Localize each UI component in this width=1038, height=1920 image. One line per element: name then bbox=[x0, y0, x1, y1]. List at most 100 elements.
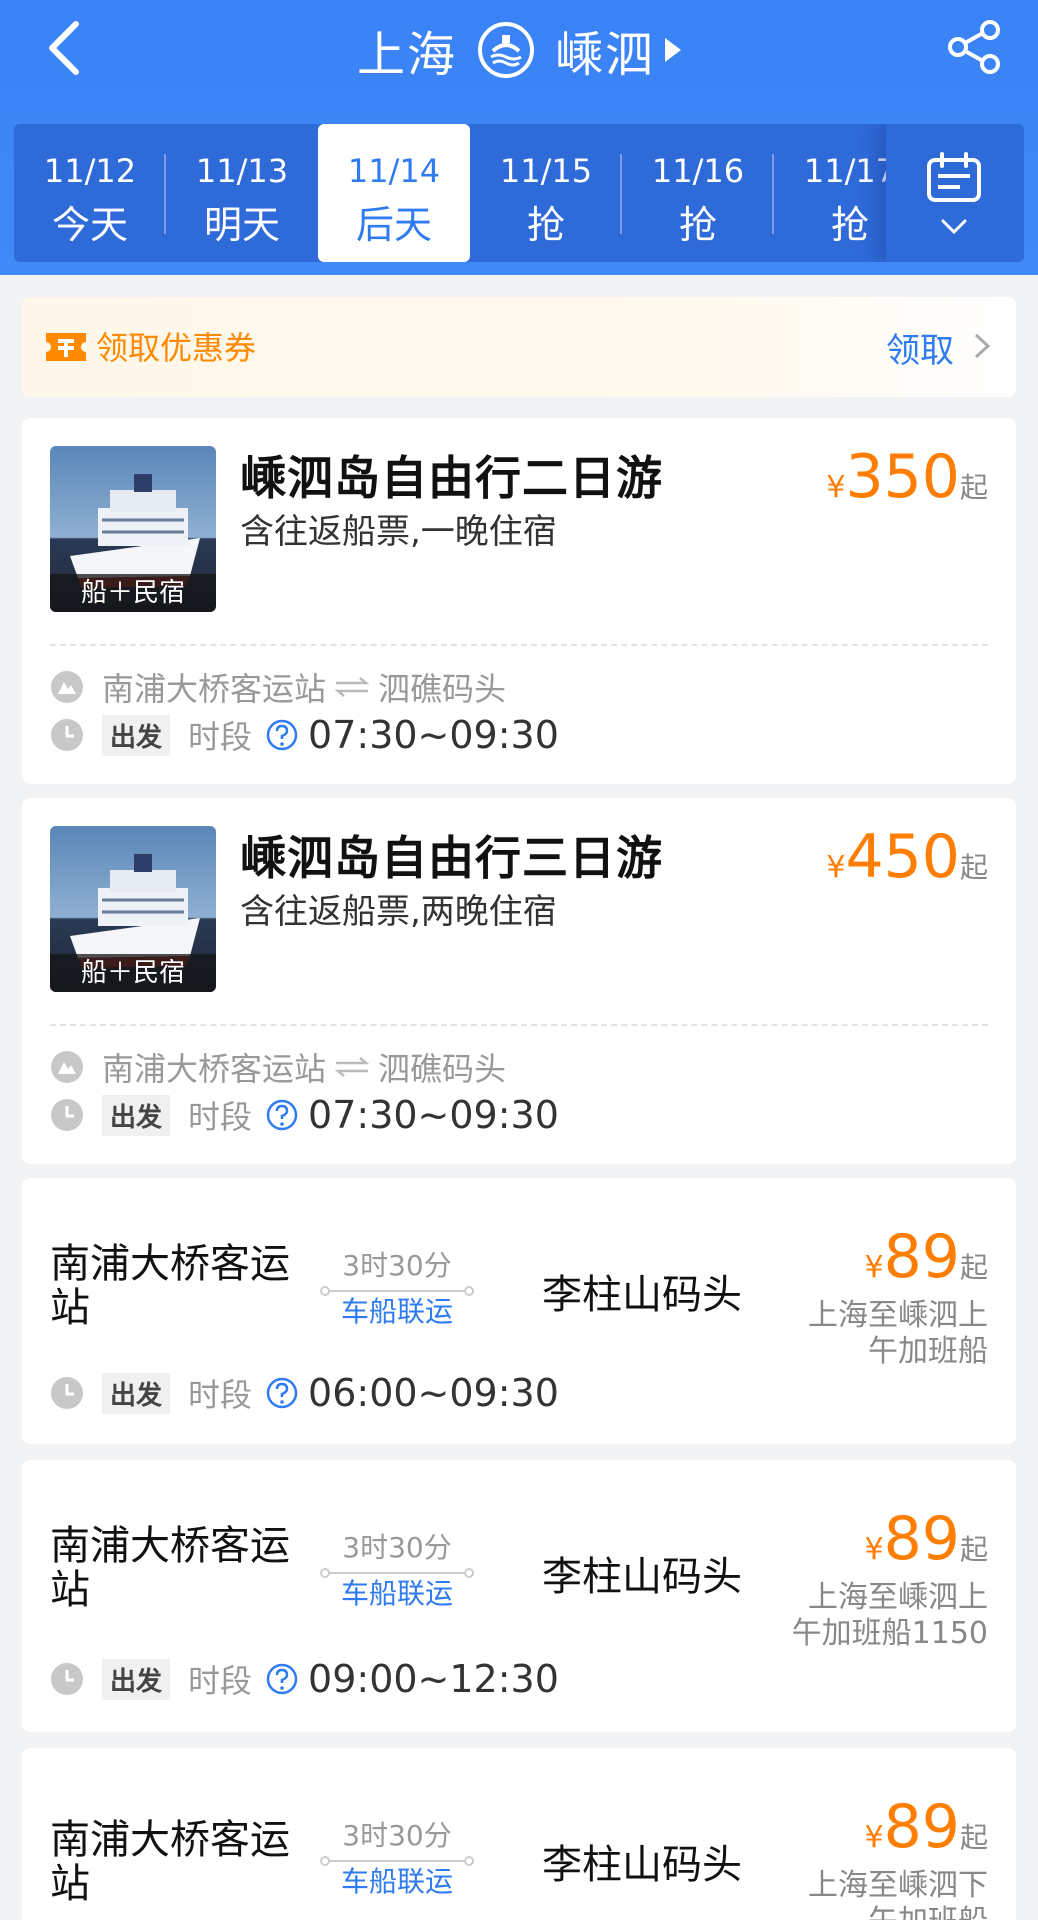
depart-time: 07:30~09:30 bbox=[308, 1093, 559, 1137]
ferry-note-line2: 午加班船 bbox=[868, 1334, 988, 1369]
help-icon[interactable] bbox=[266, 719, 298, 751]
from-station-line1: 南浦大桥客运 bbox=[50, 1241, 290, 1287]
date-tab-label: 抢 bbox=[526, 203, 565, 247]
ferry-note-line1: 上海至嵊泗下 bbox=[808, 1868, 988, 1903]
price-value: 89 bbox=[883, 1792, 960, 1862]
price-value: 450 bbox=[845, 822, 960, 892]
route-line: 南浦大桥客运站 泗礁码头 bbox=[50, 664, 506, 710]
ferry-note-line1: 上海至嵊泗上 bbox=[808, 1298, 988, 1333]
date-tab-3[interactable]: 11/15 抢 bbox=[470, 124, 622, 262]
from-station-line2: 站 bbox=[50, 1861, 90, 1907]
ship-image: 船＋民宿 bbox=[50, 446, 216, 612]
depart-line: 出发 时段 07:30~09:30 bbox=[50, 712, 559, 758]
route-title[interactable]: 上海 嵊泗 bbox=[0, 14, 1038, 86]
date-tab-2-selected[interactable]: 11/14 后天 bbox=[318, 124, 470, 262]
price-suffix: 起 bbox=[959, 851, 988, 884]
period-label: 时段 bbox=[188, 1662, 253, 1700]
date-tab-label: 明天 bbox=[203, 203, 280, 247]
coupon-banner[interactable]: 领取优惠券 领取 bbox=[22, 297, 1016, 397]
ferry-card-2[interactable]: 南浦大桥客运 站 3时30分 车船联运 李柱山码头 ¥89起 上海至嵊泗上 午加… bbox=[22, 1460, 1016, 1732]
depart-line: 出发 时段 07:30~09:30 bbox=[50, 1092, 559, 1138]
date-tab-label: 抢 bbox=[678, 203, 717, 247]
package-title: 嵊泗岛自由行二日游 bbox=[240, 451, 663, 505]
transport-mode: 车船联运 bbox=[340, 1577, 453, 1610]
depart-badge: 出发 bbox=[102, 1094, 171, 1136]
date-tab-0[interactable]: 11/12 今天 bbox=[14, 124, 166, 262]
depart-line: 出发 时段 09:00~12:30 bbox=[50, 1656, 559, 1702]
package-tag: 船＋民宿 bbox=[50, 574, 216, 612]
calendar-button[interactable] bbox=[886, 124, 1024, 262]
ferry-note-line2: 午加班船1150 bbox=[791, 1616, 988, 1651]
divider bbox=[50, 644, 988, 646]
price-suffix: 起 bbox=[959, 1533, 988, 1566]
chevron-right-icon bbox=[974, 333, 991, 359]
date-tab-4[interactable]: 11/16 抢 bbox=[622, 124, 774, 262]
date-selector: 11/12 今天 11/13 明天 11/14 后天 11/15 抢 11/16… bbox=[14, 124, 1024, 262]
ferry-note-line2: 午加班船 bbox=[768, 1904, 988, 1920]
coupon-claim-link[interactable]: 领取 bbox=[886, 323, 954, 372]
date-tab-date: 11/13 bbox=[195, 152, 289, 190]
date-tab-label: 今天 bbox=[51, 203, 128, 247]
share-icon[interactable] bbox=[946, 18, 1004, 76]
from-station-line1: 南浦大桥客运 bbox=[50, 1523, 290, 1569]
ferry-logo-icon bbox=[478, 22, 534, 78]
to-station: 泗礁码头 bbox=[378, 1050, 507, 1088]
price-value: 89 bbox=[883, 1222, 960, 1292]
depart-badge: 出发 bbox=[102, 714, 171, 756]
trip-duration: 3时30分 bbox=[342, 1249, 452, 1282]
depart-time: 09:00~12:30 bbox=[308, 1657, 559, 1701]
coupon-text: 领取优惠券 bbox=[96, 329, 257, 367]
help-icon[interactable] bbox=[266, 1099, 298, 1131]
ferry-card-3[interactable]: 南浦大桥客运 站 3时30分 车船联运 李柱山码头 ¥89起 上海至嵊泗下 午加… bbox=[22, 1748, 1016, 1920]
help-icon[interactable] bbox=[266, 1377, 298, 1409]
from-station-line2: 站 bbox=[50, 1285, 90, 1331]
date-tab-1[interactable]: 11/13 明天 bbox=[166, 124, 318, 262]
route-line: 南浦大桥客运站 泗礁码头 bbox=[50, 1044, 506, 1090]
package-title: 嵊泗岛自由行三日游 bbox=[240, 831, 663, 885]
ferry-card-1[interactable]: 南浦大桥客运 站 3时30分 车船联运 李柱山码头 ¥89起 上海至嵊泗上 午加… bbox=[22, 1178, 1016, 1444]
to-station: 李柱山码头 bbox=[542, 1272, 742, 1318]
ferry-price: ¥89起 bbox=[865, 1792, 988, 1862]
clock-icon bbox=[51, 1663, 83, 1695]
period-label: 时段 bbox=[188, 718, 253, 756]
ferry-note: 上海至嵊泗上 午加班船 bbox=[768, 1298, 988, 1370]
from-station: 南浦大桥客运站 bbox=[102, 1050, 327, 1088]
from-station: 南浦大桥客运 站 bbox=[50, 1242, 320, 1330]
price-suffix: 起 bbox=[959, 1821, 988, 1854]
location-icon bbox=[51, 671, 83, 703]
from-city: 上海 bbox=[356, 27, 457, 83]
header: 上海 嵊泗 11/12 今天 11/13 明天 11/14 后天 11/15 抢… bbox=[0, 0, 1038, 275]
transport-mode: 车船联运 bbox=[340, 1865, 453, 1898]
price-value: 350 bbox=[845, 442, 960, 512]
ferry-note: 上海至嵊泗下 午加班船 bbox=[768, 1868, 988, 1920]
ferry-price: ¥89起 bbox=[865, 1222, 988, 1292]
depart-badge: 出发 bbox=[102, 1658, 171, 1700]
help-icon[interactable] bbox=[266, 1663, 298, 1695]
date-tab-date: 11/16 bbox=[651, 152, 745, 190]
price-value: 89 bbox=[883, 1504, 960, 1574]
divider bbox=[50, 1024, 988, 1026]
package-price: ¥350起 bbox=[826, 442, 988, 512]
dropdown-triangle-icon bbox=[665, 38, 682, 62]
from-station: 南浦大桥客运 站 bbox=[50, 1524, 320, 1612]
from-station: 南浦大桥客运 站 bbox=[50, 1818, 320, 1906]
ticket-icon bbox=[46, 333, 86, 361]
package-card-1[interactable]: 船＋民宿 嵊泗岛自由行二日游 含往返船票,一晚住宿 ¥350起 南浦大桥客运站 … bbox=[22, 418, 1016, 784]
depart-badge: 出发 bbox=[102, 1372, 171, 1414]
clock-icon bbox=[51, 1099, 83, 1131]
to-station: 泗礁码头 bbox=[378, 670, 507, 708]
to-station: 李柱山码头 bbox=[542, 1842, 742, 1888]
trip-duration: 3时30分 bbox=[342, 1531, 452, 1564]
currency-symbol: ¥ bbox=[864, 1250, 884, 1285]
currency-symbol: ¥ bbox=[864, 1532, 884, 1567]
date-tab-date: 11/14 bbox=[347, 152, 441, 190]
currency-symbol: ¥ bbox=[826, 850, 846, 885]
ship-image: 船＋民宿 bbox=[50, 826, 216, 992]
depart-time: 06:00~09:30 bbox=[308, 1371, 559, 1415]
ferry-note-line1: 上海至嵊泗上 bbox=[808, 1580, 988, 1615]
to-station: 李柱山码头 bbox=[542, 1554, 742, 1600]
package-tag: 船＋民宿 bbox=[50, 954, 216, 992]
package-card-2[interactable]: 船＋民宿 嵊泗岛自由行三日游 含往返船票,两晚住宿 ¥450起 南浦大桥客运站 … bbox=[22, 798, 1016, 1164]
currency-symbol: ¥ bbox=[864, 1820, 884, 1855]
clock-icon bbox=[51, 1377, 83, 1409]
